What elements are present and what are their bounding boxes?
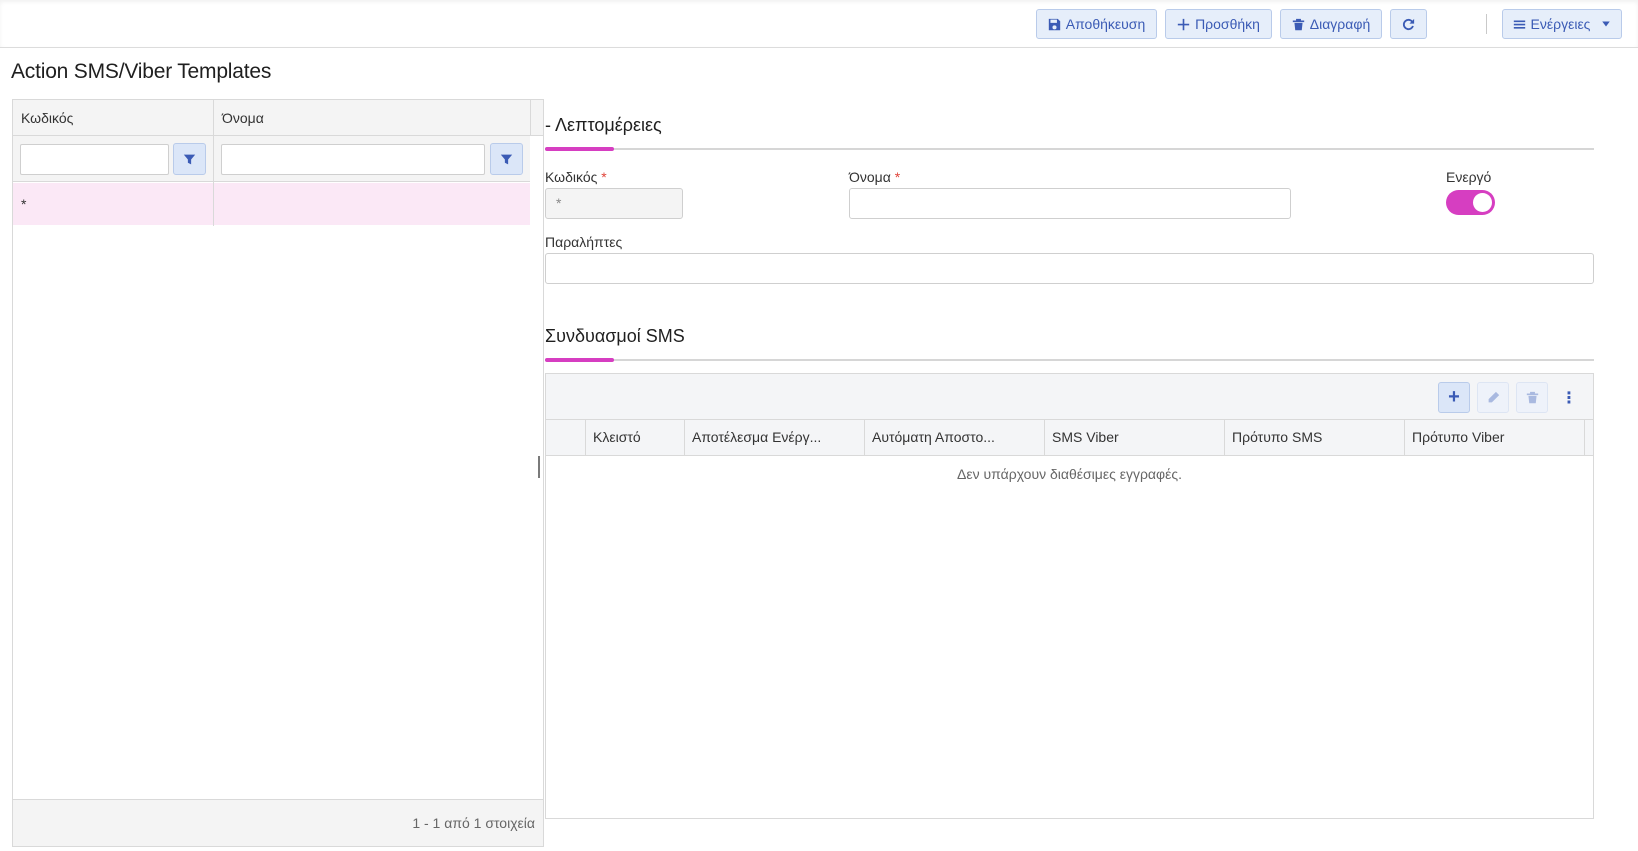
delete-button-label: Διαγραφή — [1309, 16, 1371, 32]
name-filter-input[interactable] — [221, 144, 485, 175]
edit-row-button[interactable] — [1477, 382, 1509, 413]
code-field[interactable]: * — [545, 188, 683, 219]
toolbar-divider — [1486, 14, 1487, 34]
column-header-viber-template[interactable]: Πρότυπο Viber — [1404, 420, 1584, 455]
required-asterisk: * — [894, 169, 901, 185]
pane-splitter-handle[interactable] — [538, 456, 540, 478]
more-vertical-icon[interactable]: ⋮ — [1556, 382, 1582, 413]
plus-icon — [1177, 18, 1190, 30]
top-toolbar: Αποθήκευση Προσθήκη Διαγραφή Ενέργειες — [0, 0, 1638, 48]
code-filter-button[interactable] — [173, 143, 206, 175]
grid-toolbar: + ⋮ — [546, 374, 1593, 420]
active-toggle[interactable] — [1446, 190, 1495, 215]
table-row[interactable]: * — [13, 183, 530, 225]
column-header-action-result[interactable]: Αποτέλεσμα Ενέργ... — [684, 420, 864, 455]
add-button[interactable]: Προσθήκη — [1165, 9, 1272, 39]
plus-icon: + — [1448, 386, 1460, 408]
column-header-sms-template[interactable]: Πρότυπο SMS — [1224, 420, 1404, 455]
save-button[interactable]: Αποθήκευση — [1036, 9, 1157, 39]
required-asterisk: * — [601, 169, 607, 185]
header-scroll-spacer — [1584, 420, 1593, 455]
grid-header: Κωδικός Όνομα — [13, 100, 530, 136]
recipients-field[interactable] — [545, 253, 1594, 284]
templates-grid: Κωδικός Όνομα * 1 - 1 από 1 στοιχεία — [12, 99, 544, 847]
name-field[interactable] — [849, 188, 1291, 219]
name-field-label: Όνομα * — [849, 169, 900, 185]
empty-state-message: Δεν υπάρχουν διαθέσιμες εγγραφές. — [957, 466, 1182, 482]
filter-icon — [500, 154, 513, 164]
details-section-divider — [545, 148, 1594, 150]
name-label-text: Όνομα — [849, 169, 891, 185]
sms-section-title: Συνδυασμοί SMS — [545, 326, 685, 346]
row-name-cell — [214, 183, 530, 225]
menu-icon — [1513, 19, 1525, 29]
sms-grid-header: Κλειστό Αποτέλεσμα Ενέργ... Αυτόματη Απο… — [546, 420, 1593, 456]
refresh-button[interactable] — [1390, 9, 1427, 39]
delete-row-button[interactable] — [1516, 382, 1548, 413]
code-label-text: Κωδικός — [545, 169, 598, 185]
details-section-accent — [545, 147, 614, 151]
pencil-icon — [1488, 391, 1499, 403]
actions-menu-label: Ενέργειες — [1530, 16, 1591, 32]
grid-pager-info: 1 - 1 από 1 στοιχεία — [13, 799, 543, 846]
add-row-button[interactable]: + — [1438, 382, 1470, 413]
grid-filter-row — [13, 136, 530, 182]
save-icon — [1048, 18, 1060, 30]
column-header-sms-viber[interactable]: SMS Viber — [1044, 420, 1224, 455]
toggle-knob — [1473, 193, 1492, 212]
header-scroll-spacer — [530, 100, 543, 136]
sms-section-accent — [545, 358, 614, 362]
trash-icon — [1292, 18, 1304, 30]
trash-icon — [1526, 391, 1538, 404]
sms-section-divider — [545, 359, 1594, 361]
row-code-cell: * — [21, 196, 27, 212]
add-button-label: Προσθήκη — [1195, 16, 1260, 32]
actions-menu-button[interactable]: Ενέργειες — [1502, 9, 1622, 39]
delete-button[interactable]: Διαγραφή — [1280, 9, 1382, 39]
page-title: Action SMS/Viber Templates — [11, 60, 272, 83]
filter-icon — [183, 154, 196, 164]
column-header-code[interactable]: Κωδικός — [13, 100, 213, 136]
column-header-closed[interactable]: Κλειστό — [585, 420, 684, 455]
code-field-label: Κωδικός * — [545, 169, 607, 185]
refresh-icon — [1402, 18, 1415, 30]
active-label: Ενεργό — [1446, 169, 1492, 185]
name-filter-button[interactable] — [490, 143, 523, 175]
save-button-label: Αποθήκευση — [1065, 16, 1146, 32]
sms-combinations-grid: + ⋮ Κλειστό Αποτέλεσμα Ενέργ... Αυτόματη… — [545, 373, 1594, 819]
column-header-name[interactable]: Όνομα — [214, 100, 530, 136]
column-header-auto-send[interactable]: Αυτόματη Αποστο... — [864, 420, 1044, 455]
code-filter-input[interactable] — [20, 144, 169, 175]
details-section-title[interactable]: - Λεπτομέρειες — [545, 115, 662, 136]
caret-down-icon — [1602, 21, 1611, 27]
column-header-select[interactable] — [546, 420, 585, 455]
recipients-label: Παραλήπτες — [545, 234, 623, 250]
column-divider — [213, 100, 214, 226]
